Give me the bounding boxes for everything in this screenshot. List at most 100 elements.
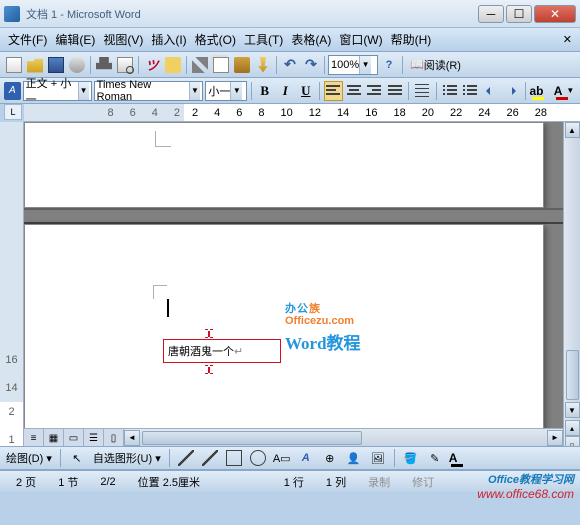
fill-color-tool[interactable]: 🪣 bbox=[401, 448, 421, 468]
read-label: 阅读(R) bbox=[424, 57, 461, 73]
font-color-button[interactable]: A▼ bbox=[554, 81, 576, 101]
ruler-margin: 8642 bbox=[24, 104, 184, 121]
oval-tool[interactable] bbox=[248, 448, 268, 468]
zoom-combo[interactable]: 100%▼ bbox=[328, 55, 378, 75]
scroll-up-button[interactable]: ▲ bbox=[565, 122, 580, 138]
draw-menu[interactable]: 绘图(D) ▾ bbox=[4, 450, 54, 466]
line-spacing-button[interactable] bbox=[413, 81, 432, 101]
increase-indent-button[interactable] bbox=[502, 81, 521, 101]
help-button[interactable]: ? bbox=[379, 55, 399, 75]
underline-button[interactable]: U bbox=[297, 81, 316, 101]
bullet-list-button[interactable] bbox=[461, 81, 480, 101]
scroll-down-button[interactable]: ▼ bbox=[565, 402, 580, 418]
align-left-button[interactable] bbox=[324, 81, 343, 101]
menu-window[interactable]: 窗口(W) bbox=[335, 29, 386, 50]
menu-table[interactable]: 表格(A) bbox=[287, 29, 335, 50]
window-title: 文档 1 - Microsoft Word bbox=[26, 6, 478, 22]
style-combo[interactable]: 正文 + 小一▼ bbox=[23, 81, 92, 101]
status-rev: 修订 bbox=[404, 474, 442, 490]
research-button[interactable] bbox=[163, 55, 183, 75]
page-canvas[interactable]: 办公族 Officezu.com Word教程 唐朝酒鬼一个↵ ▲ ▼ ▴ ○ … bbox=[24, 122, 580, 446]
decrease-indent-button[interactable] bbox=[482, 81, 501, 101]
autoshape-menu[interactable]: 自选图形(U) ▾ bbox=[91, 450, 163, 466]
align-justify-button[interactable] bbox=[386, 81, 405, 101]
cut-button[interactable] bbox=[190, 55, 210, 75]
scroll-right-button[interactable]: ► bbox=[547, 430, 563, 446]
redo-button[interactable]: ↷ bbox=[301, 55, 321, 75]
print-button[interactable] bbox=[94, 55, 114, 75]
close-button[interactable]: ✕ bbox=[534, 5, 576, 23]
size-combo[interactable]: 小一▼ bbox=[205, 81, 246, 101]
hscroll-thumb[interactable] bbox=[142, 431, 362, 445]
line-tool[interactable] bbox=[176, 448, 196, 468]
browse-prev-button[interactable]: ▴ bbox=[565, 420, 580, 436]
picture-tool[interactable]: 🖼 bbox=[368, 448, 388, 468]
wordart-tool[interactable]: A bbox=[296, 448, 316, 468]
copy-button[interactable] bbox=[211, 55, 231, 75]
web-view-button[interactable]: ▦ bbox=[44, 429, 64, 446]
size-value: 小一 bbox=[208, 83, 230, 99]
menu-help[interactable]: 帮助(H) bbox=[387, 29, 436, 50]
open-button[interactable] bbox=[25, 55, 45, 75]
minimize-button[interactable]: ─ bbox=[478, 5, 504, 23]
page-1[interactable] bbox=[24, 122, 544, 208]
save-button[interactable] bbox=[46, 55, 66, 75]
line-color-tool[interactable]: ✎ bbox=[425, 448, 445, 468]
menu-file[interactable]: 文件(F) bbox=[4, 29, 51, 50]
read-button[interactable]: 📖 阅读(R) bbox=[406, 55, 465, 75]
italic-button[interactable]: I bbox=[276, 81, 295, 101]
watermark: 办公族 Officezu.com Word教程 bbox=[285, 289, 361, 354]
scroll-left-button[interactable]: ◄ bbox=[124, 430, 140, 446]
scroll-thumb[interactable] bbox=[566, 350, 579, 400]
horizontal-ruler[interactable]: L 8642 246810121416182022242628 bbox=[24, 104, 580, 122]
status-rec: 录制 bbox=[360, 474, 398, 490]
menu-edit[interactable]: 编辑(E) bbox=[51, 29, 99, 50]
titlebar: 文档 1 - Microsoft Word ─ ☐ ✕ bbox=[0, 0, 580, 28]
horizontal-scrollbar[interactable]: ◄ ► bbox=[124, 428, 563, 446]
maximize-button[interactable]: ☐ bbox=[506, 5, 532, 23]
vertical-ruler[interactable]: 1614 21 bbox=[0, 122, 24, 446]
new-button[interactable] bbox=[4, 55, 24, 75]
clipart-tool[interactable]: 👤 bbox=[344, 448, 364, 468]
align-right-button[interactable] bbox=[365, 81, 384, 101]
doc-close-button[interactable]: ✕ bbox=[559, 33, 576, 46]
permission-button[interactable] bbox=[67, 55, 87, 75]
menu-tools[interactable]: 工具(T) bbox=[240, 29, 287, 50]
footer-text: 唐朝酒鬼一个 bbox=[168, 343, 234, 359]
menu-view[interactable]: 视图(V) bbox=[99, 29, 147, 50]
paste-button[interactable] bbox=[232, 55, 252, 75]
page-2[interactable]: 办公族 Officezu.com Word教程 唐朝酒鬼一个↵ bbox=[24, 224, 544, 446]
select-tool[interactable]: ↖ bbox=[67, 448, 87, 468]
preview-button[interactable] bbox=[115, 55, 135, 75]
menu-insert[interactable]: 插入(I) bbox=[147, 29, 190, 50]
arrow-tool[interactable] bbox=[200, 448, 220, 468]
app-icon bbox=[4, 6, 20, 22]
footer-text-box[interactable]: 唐朝酒鬼一个↵ bbox=[163, 339, 281, 363]
highlight-button[interactable]: ab bbox=[530, 81, 552, 101]
draw-font-color[interactable]: A bbox=[449, 448, 473, 468]
print-view-button[interactable]: ▭ bbox=[64, 429, 84, 446]
footer-bottom-handle[interactable] bbox=[205, 365, 213, 375]
bold-button[interactable]: B bbox=[255, 81, 274, 101]
numbered-list-button[interactable] bbox=[441, 81, 460, 101]
font-combo[interactable]: Times New Roman▼ bbox=[94, 81, 204, 101]
normal-view-button[interactable]: ≡ bbox=[24, 429, 44, 446]
status-pagecount: 2/2 bbox=[92, 476, 123, 488]
tab-selector[interactable]: L bbox=[4, 104, 22, 120]
menubar: 文件(F) 编辑(E) 视图(V) 插入(I) 格式(O) 工具(T) 表格(A… bbox=[0, 28, 580, 52]
rectangle-tool[interactable] bbox=[224, 448, 244, 468]
menu-format[interactable]: 格式(O) bbox=[191, 29, 240, 50]
read-view-button[interactable]: ▯ bbox=[104, 429, 124, 446]
vertical-scrollbar[interactable]: ▲ ▼ ▴ ○ ▾ bbox=[563, 122, 580, 446]
footer-top-handle[interactable] bbox=[205, 329, 213, 339]
styles-icon[interactable]: A bbox=[4, 82, 21, 100]
browse-object-button[interactable]: ○ bbox=[565, 436, 580, 446]
format-painter-button[interactable] bbox=[253, 55, 273, 75]
align-center-button[interactable] bbox=[345, 81, 364, 101]
textbox-tool[interactable]: A▭ bbox=[272, 448, 292, 468]
outline-view-button[interactable]: ☰ bbox=[84, 429, 104, 446]
diagram-tool[interactable]: ⊕ bbox=[320, 448, 340, 468]
document-area: 1614 21 办公族 Officezu.com Word教程 唐朝酒鬼一个↵ … bbox=[0, 122, 580, 446]
undo-button[interactable]: ↶ bbox=[280, 55, 300, 75]
spellcheck-button[interactable]: ツ bbox=[142, 55, 162, 75]
